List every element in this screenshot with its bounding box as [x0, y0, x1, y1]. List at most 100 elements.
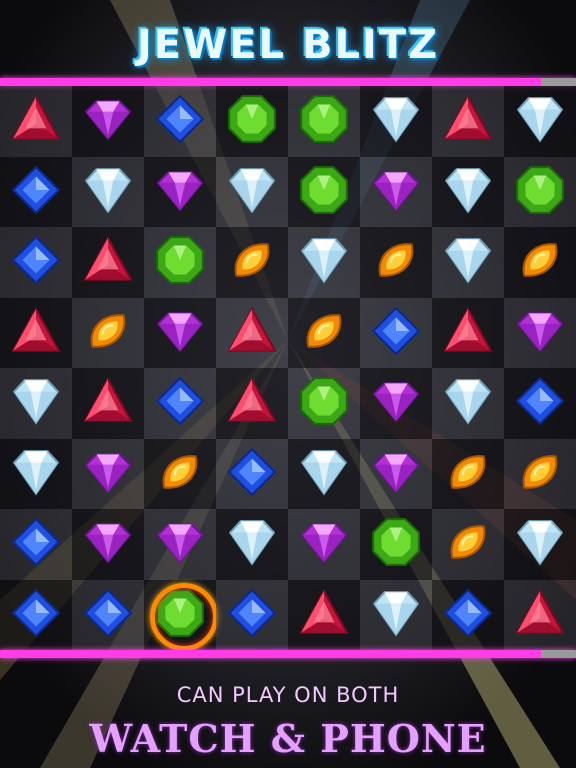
blue-gem-icon [226, 446, 278, 502]
green-gem-icon [298, 164, 350, 220]
board-cell[interactable] [0, 579, 72, 650]
board-cell[interactable] [432, 509, 504, 580]
board-cell[interactable] [144, 579, 218, 651]
board-cell[interactable] [144, 297, 216, 368]
board-cell[interactable] [288, 86, 360, 157]
board-cell[interactable] [432, 156, 504, 227]
blue-gem-icon [10, 234, 62, 290]
board-cell[interactable] [360, 438, 432, 509]
board-cell[interactable] [72, 227, 144, 298]
red-gem-icon [10, 93, 62, 149]
board-cell[interactable] [504, 438, 576, 509]
board-cell[interactable] [0, 156, 72, 227]
white-gem-icon [442, 164, 494, 220]
board-cell[interactable] [432, 438, 504, 509]
board-cell[interactable] [72, 509, 144, 580]
board-cell[interactable] [504, 227, 576, 298]
board-cell[interactable] [0, 368, 72, 439]
board-cell[interactable] [288, 368, 360, 439]
board-cell[interactable] [144, 438, 216, 509]
board-cell[interactable] [360, 227, 432, 298]
board-cell[interactable] [504, 579, 576, 650]
board-cell[interactable] [288, 579, 360, 650]
blue-gem-icon [514, 375, 566, 431]
white-gem-icon [442, 234, 494, 290]
board-cell[interactable] [432, 86, 504, 157]
purple-gem-icon [82, 93, 134, 149]
board-cell[interactable] [288, 156, 360, 227]
board-cell[interactable] [504, 509, 576, 580]
red-gem-icon [442, 93, 494, 149]
board-cell[interactable] [72, 156, 144, 227]
board-cell[interactable] [360, 86, 432, 157]
board-cell[interactable] [216, 509, 288, 580]
board-cell[interactable] [144, 227, 216, 298]
green-gem-icon [226, 93, 278, 149]
board-cell[interactable] [432, 227, 504, 298]
red-gem-icon [10, 305, 62, 361]
board-cell[interactable] [0, 509, 72, 580]
board-cell[interactable] [288, 438, 360, 509]
board-cell[interactable] [288, 227, 360, 298]
blue-gem-icon [442, 587, 494, 643]
timer-bar-fill [0, 78, 542, 86]
timer-bar-bottom [0, 650, 576, 658]
purple-gem-icon [82, 446, 134, 502]
board-cell[interactable] [432, 579, 504, 650]
green-gem-icon [370, 516, 422, 572]
board-cell[interactable] [0, 438, 72, 509]
caption-line-2: WATCH & PHONE [89, 716, 487, 761]
board-cell[interactable] [288, 509, 360, 580]
board-cell[interactable] [360, 368, 432, 439]
board-cell[interactable] [144, 86, 216, 157]
board-cell[interactable] [504, 368, 576, 439]
board-cell[interactable] [360, 509, 432, 580]
board-cell[interactable] [72, 368, 144, 439]
white-gem-icon [370, 93, 422, 149]
board-cell[interactable] [360, 156, 432, 227]
board-cell[interactable] [360, 297, 432, 368]
timer-bar-top [0, 78, 576, 86]
board-cell[interactable] [0, 297, 72, 368]
white-gem-icon [82, 164, 134, 220]
board-cell[interactable] [216, 579, 288, 650]
board-cell[interactable] [216, 156, 288, 227]
board-cell[interactable] [432, 297, 504, 368]
board-cell[interactable] [144, 368, 216, 439]
board-cell[interactable] [0, 86, 72, 157]
board-cell[interactable] [360, 579, 432, 650]
board-cell[interactable] [216, 86, 288, 157]
purple-gem-icon [298, 516, 350, 572]
board-cell[interactable] [288, 297, 360, 368]
board-cell[interactable] [216, 227, 288, 298]
red-gem-icon [82, 375, 134, 431]
board-cell[interactable] [144, 509, 216, 580]
board-cell[interactable] [72, 86, 144, 157]
purple-gem-icon [370, 446, 422, 502]
purple-gem-icon [370, 164, 422, 220]
orange-gem-icon [442, 446, 494, 502]
purple-gem-icon [514, 305, 566, 361]
board-cell[interactable] [72, 579, 144, 650]
blue-gem-icon [10, 587, 62, 643]
white-gem-icon [370, 587, 422, 643]
board-cell[interactable] [216, 368, 288, 439]
board-cell[interactable] [0, 227, 72, 298]
board-cell[interactable] [504, 297, 576, 368]
board-cell[interactable] [72, 438, 144, 509]
board-cell[interactable] [72, 297, 144, 368]
board-cell[interactable] [504, 156, 576, 227]
gem-board[interactable] [0, 86, 576, 651]
game-title: JEWEL BLITZ [136, 22, 440, 68]
white-gem-icon [226, 516, 278, 572]
board-cell[interactable] [216, 297, 288, 368]
board-cell[interactable] [432, 368, 504, 439]
orange-gem-icon [442, 516, 494, 572]
board-cell[interactable] [504, 86, 576, 157]
blue-gem-icon [10, 164, 62, 220]
board-cell[interactable] [144, 156, 216, 227]
orange-gem-icon [514, 234, 566, 290]
timer-bar-fill [0, 650, 542, 658]
green-gem-icon [514, 164, 566, 220]
board-cell[interactable] [216, 438, 288, 509]
